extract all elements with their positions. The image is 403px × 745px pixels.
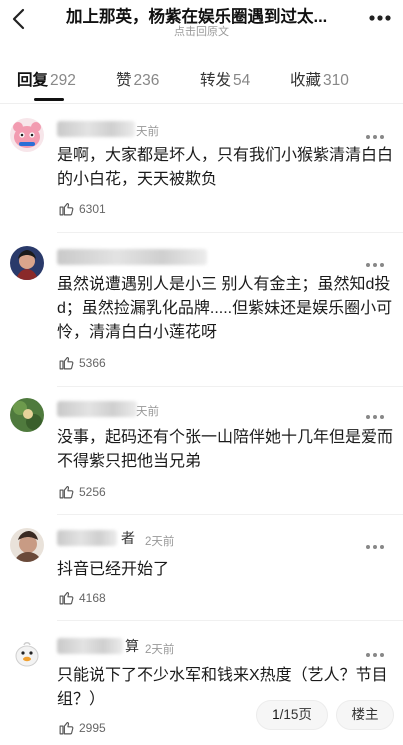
comment-more-button[interactable] [366, 254, 388, 267]
pink-cartoon-avatar-icon [10, 118, 44, 152]
thumbs-up-icon [59, 202, 74, 216]
comment-time: 天前 [136, 406, 159, 418]
duck-cartoon-avatar-icon [10, 636, 44, 670]
comment-time: 2天前 [145, 644, 175, 656]
avatar[interactable] [10, 636, 44, 670]
username-redacted [57, 121, 135, 137]
more-options-button[interactable] [366, 9, 394, 27]
page-indicator-button[interactable]: 1/15页 [256, 700, 328, 730]
username-redacted [57, 249, 207, 265]
active-tab-indicator [34, 98, 64, 101]
avatar[interactable] [10, 118, 44, 152]
top-bar: 加上那英，杨紫在娱乐圈遇到过太... 点击回原文 [0, 0, 403, 44]
like-button[interactable]: 6301 [58, 200, 106, 217]
thumbs-up-icon [59, 721, 74, 735]
dark-photo-avatar-icon [10, 246, 44, 280]
green-photo-avatar-icon [10, 398, 44, 432]
comment-more-button[interactable] [366, 536, 388, 549]
like-button[interactable]: 2995 [58, 719, 106, 736]
comment-more-button[interactable] [366, 406, 388, 419]
comment-more-button[interactable] [366, 126, 388, 139]
thumbs-up-icon [59, 356, 74, 370]
username-redacted [57, 401, 137, 417]
username[interactable]: 者 [121, 528, 135, 548]
comment-more-button[interactable] [366, 644, 388, 657]
thumbs-up-icon [59, 485, 74, 499]
more-horizontal-icon [369, 15, 391, 21]
back-to-original-link[interactable]: 点击回原文 [0, 23, 403, 39]
comment-text: 虽然说遭遇别人是小三 别人有金主；虽然知d投d；虽然捡漏乳化品牌.....但紫妹… [57, 276, 393, 341]
divider [57, 620, 403, 621]
avatar[interactable] [10, 528, 44, 562]
divider [57, 386, 403, 387]
author-only-button[interactable]: 楼主 [336, 700, 394, 730]
tab-favorites[interactable]: 收藏 310 [290, 68, 349, 90]
divider [57, 232, 403, 233]
comment-text: 抖音已经开始了 [57, 561, 170, 578]
comment-text: 是啊，大家都是坏人，只有我们小猴紫清清白白的小白花，天天被欺负 [57, 147, 394, 188]
username[interactable]: 算 [125, 636, 139, 656]
avatar[interactable] [10, 398, 44, 432]
thumbs-up-icon [59, 591, 74, 605]
like-button[interactable]: 5256 [58, 483, 106, 500]
photo-avatar-icon [10, 528, 44, 562]
comment-time: 2天前 [145, 536, 175, 548]
tab-reposts[interactable]: 转发 54 [200, 68, 250, 90]
comment-time: 天前 [136, 126, 159, 138]
username-redacted [57, 530, 117, 546]
tab-likes[interactable]: 赞 236 [116, 68, 159, 90]
like-button[interactable]: 5366 [58, 354, 106, 371]
interaction-tabs: 回复 292 赞 236 转发 54 收藏 310 [0, 60, 403, 104]
username-redacted [57, 638, 123, 654]
tab-replies[interactable]: 回复 292 [17, 68, 76, 90]
avatar[interactable] [10, 246, 44, 280]
like-button[interactable]: 4168 [58, 589, 106, 606]
divider [57, 514, 403, 515]
comment-text: 没事，起码还有个张一山陪伴她十几年但是爱而不得紫只把他当兄弟 [57, 429, 394, 470]
